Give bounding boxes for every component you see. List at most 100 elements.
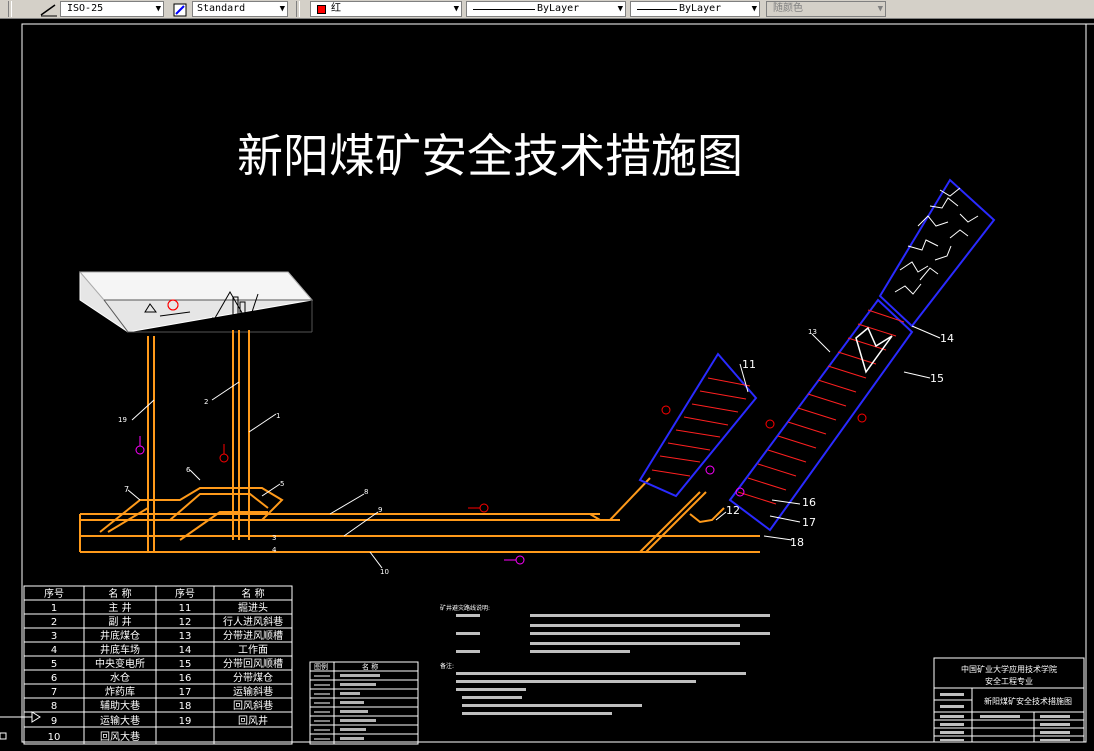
legend-cell: 行人进风斜巷 — [223, 615, 283, 628]
legend-cell: 中央变电所 — [95, 657, 145, 670]
legend-cell: 运输斜巷 — [233, 685, 273, 698]
legend-cell: 11 — [179, 603, 192, 614]
notes-heading-escape: 矿井避灾路线说明: — [440, 604, 490, 612]
dimstyle-select[interactable]: ISO-25 ▼ — [60, 1, 164, 17]
callout-19: 19 — [118, 416, 127, 424]
line-sample-icon — [637, 9, 677, 10]
drawing-svg: 新阳煤矿安全技术措施图 19 2 1 6 5 7 8 9 10 3 4 11 1… — [0, 23, 1094, 745]
legend-cell: 15 — [179, 659, 192, 670]
legend-cell: 6 — [51, 673, 57, 684]
legend-header: 名 称 — [108, 587, 131, 600]
legend-cell: 4 — [51, 645, 57, 656]
toolbar-separator — [296, 1, 300, 17]
drawing-canvas[interactable]: 新阳煤矿安全技术措施图 19 2 1 6 5 7 8 9 10 3 4 11 1… — [0, 18, 1094, 747]
legend-cell: 2 — [51, 617, 57, 628]
callout-12: 12 — [726, 504, 740, 517]
color-value: 红 — [331, 3, 341, 14]
chevron-down-icon[interactable]: ▼ — [156, 2, 161, 16]
linetype-select[interactable]: ByLayer ▼ — [466, 1, 626, 17]
color-swatch-icon — [317, 5, 326, 14]
symbols-header: 名 称 — [362, 662, 378, 671]
chevron-down-icon: ▼ — [877, 4, 883, 14]
callout-14: 14 — [940, 332, 954, 345]
symbols-table: 图例 名 称 — [309, 661, 419, 745]
dimstyle-value: ISO-25 — [67, 3, 104, 14]
callout-2: 2 — [204, 398, 208, 406]
textstyle-icon[interactable] — [172, 2, 190, 17]
legend-cell: 井底煤仓 — [100, 629, 140, 642]
legend-cell: 7 — [51, 687, 57, 698]
callout-3: 3 — [272, 534, 276, 542]
legend-cell: 主 井 — [108, 601, 131, 614]
legend-cell: 17 — [179, 687, 192, 698]
legend-cell: 10 — [48, 732, 61, 743]
shafts — [147, 330, 250, 552]
lineweight-select[interactable]: ByLayer ▼ — [630, 1, 760, 17]
legend-cell: 3 — [51, 631, 57, 642]
callout-5: 5 — [280, 480, 284, 488]
callout-7: 7 — [124, 485, 129, 494]
callout-10: 10 — [380, 568, 389, 576]
callout-18: 18 — [790, 536, 804, 549]
legend-cell: 18 — [179, 701, 192, 712]
callout-17: 17 — [802, 516, 816, 529]
chevron-down-icon[interactable]: ▼ — [618, 2, 623, 16]
title-block: 中国矿业大学应用技术学院 安全工程专业 新阳煤矿安全技术措施图 — [933, 657, 1085, 743]
linetype-value: ByLayer — [537, 3, 580, 14]
callout-9: 9 — [378, 506, 382, 514]
legend-cell: 回风井 — [238, 714, 268, 727]
legend-cell: 回风大巷 — [100, 730, 140, 743]
legend-table: 序号 名 称 序号 名 称 1 主 井 11 掘进头 2 副 井 12 行人进风… — [23, 585, 293, 745]
legend-cell: 13 — [179, 631, 192, 642]
drawing-title: 新阳煤矿安全技术措施图 — [237, 129, 743, 183]
dimstyle-icon[interactable] — [40, 2, 58, 17]
legend-header: 名 称 — [241, 587, 264, 600]
legend-cell: 1 — [51, 603, 57, 614]
toolbar-separator — [8, 1, 12, 17]
color-select[interactable]: 红 ▼ — [310, 1, 462, 17]
tablestyle-select[interactable]: Standard ▼ — [192, 1, 288, 17]
legend-cell: 炸药库 — [105, 685, 135, 698]
legend-cell: 分带回风顺槽 — [223, 657, 283, 670]
working-panel-2 — [728, 178, 996, 532]
notes-block: 矿井避灾路线说明: 备注: — [440, 604, 770, 715]
legend-header: 序号 — [175, 587, 195, 600]
notes-heading-remarks: 备注: — [440, 662, 454, 670]
working-panel-1 — [638, 352, 758, 498]
ground-surface — [78, 271, 314, 333]
legend-cell: 9 — [51, 716, 57, 727]
tablestyle-value: Standard — [197, 3, 246, 14]
legend-cell: 井底车场 — [100, 643, 140, 656]
legend-cell: 8 — [51, 701, 57, 712]
chevron-down-icon[interactable]: ▼ — [454, 2, 459, 16]
legend-cell: 辅助大巷 — [100, 699, 140, 712]
legend-cell: 掘进头 — [238, 601, 268, 614]
advance-arrow-icon — [855, 326, 893, 374]
callout-13: 13 — [808, 328, 817, 336]
legend-cell: 分带煤仓 — [233, 671, 273, 684]
ucs-icon — [0, 711, 41, 740]
titleblock-drawing-name: 新阳煤矿安全技术措施图 — [984, 696, 1072, 706]
callout-15: 15 — [930, 372, 944, 385]
legend-cell: 14 — [179, 645, 192, 656]
plotstyle-select: 随颜色 ▼ — [766, 1, 886, 17]
line-sample-icon — [473, 9, 535, 10]
callout-8: 8 — [364, 488, 368, 496]
chevron-down-icon[interactable]: ▼ — [280, 2, 285, 16]
chevron-down-icon[interactable]: ▼ — [752, 2, 757, 16]
legend-cell: 工作面 — [238, 644, 268, 656]
legend-cell: 运输大巷 — [100, 714, 140, 727]
main-roadways — [79, 477, 760, 553]
symbols-header: 图例 — [314, 662, 328, 671]
callout-6: 6 — [186, 466, 191, 474]
legend-cell: 回风斜巷 — [233, 699, 273, 712]
legend-cell: 12 — [179, 617, 192, 628]
callout-1: 1 — [276, 412, 280, 420]
markers — [135, 299, 867, 565]
callout-11: 11 — [742, 358, 756, 371]
legend-cell: 5 — [51, 659, 57, 670]
callout-16: 16 — [802, 496, 816, 509]
legend-cell: 19 — [179, 716, 192, 727]
legend-header: 序号 — [44, 587, 64, 600]
legend-cell: 分带进风顺槽 — [223, 629, 283, 642]
